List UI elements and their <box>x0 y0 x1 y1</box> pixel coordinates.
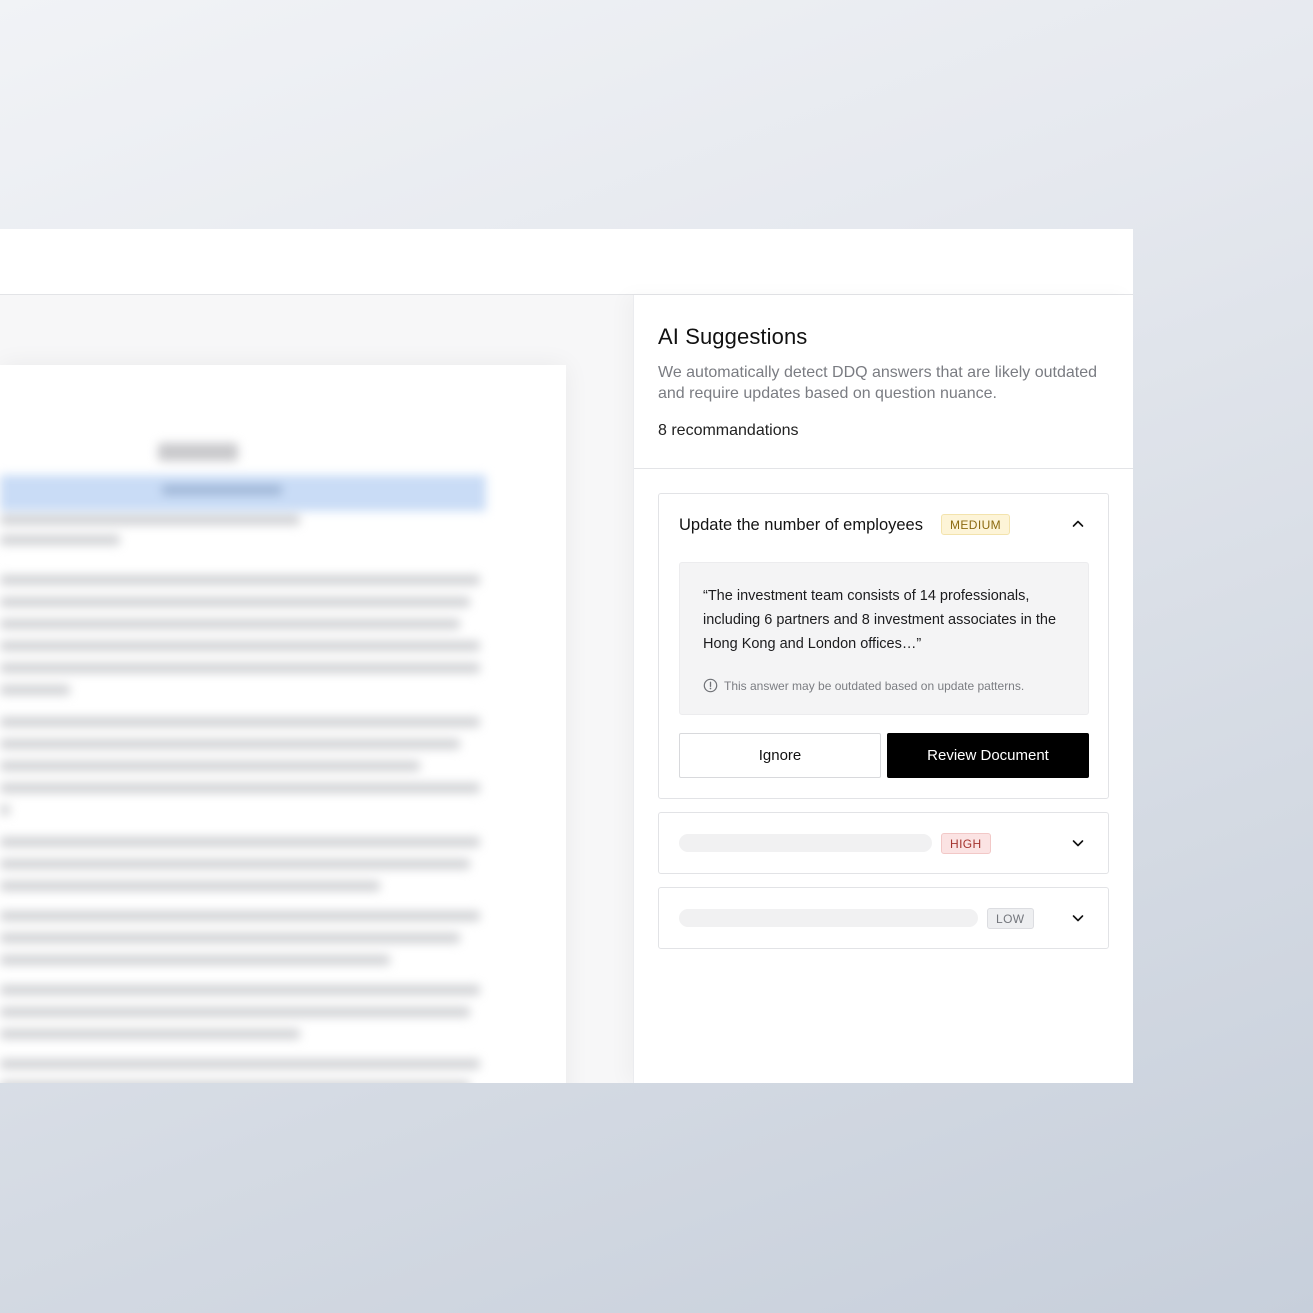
suggestion-card-collapsed[interactable]: HIGH <box>658 812 1109 874</box>
blurred-text-line <box>0 1059 480 1069</box>
title-placeholder <box>679 834 932 852</box>
chevron-down-icon[interactable] <box>1070 835 1086 851</box>
blurred-document-content <box>0 365 566 1083</box>
blurred-text-line <box>0 1007 470 1017</box>
suggestion-card: Update the number of employees MEDIUM “T… <box>658 493 1109 799</box>
severity-badge: HIGH <box>941 833 991 854</box>
blurred-text-line <box>0 837 480 847</box>
suggestion-title[interactable]: Update the number of employees <box>679 516 923 535</box>
blurred-text-line <box>0 641 480 651</box>
title-placeholder <box>679 909 978 927</box>
document-area <box>0 295 633 1083</box>
outdated-note-text: This answer may be outdated based on upd… <box>724 678 1025 693</box>
blurred-text-line <box>0 985 480 995</box>
quoted-answer-box: “The investment team consists of 14 prof… <box>679 562 1089 715</box>
blurred-text-line <box>0 739 460 749</box>
blurred-text-line <box>0 955 390 965</box>
severity-badge: LOW <box>987 908 1034 929</box>
blurred-highlighted-text <box>162 485 282 495</box>
review-document-button[interactable]: Review Document <box>887 733 1089 778</box>
blurred-text-line <box>0 575 480 585</box>
ai-suggestions-panel: AI Suggestions We automatically detect D… <box>633 295 1133 1083</box>
blurred-text-line <box>0 685 70 695</box>
ignore-button[interactable]: Ignore <box>679 733 881 778</box>
severity-badge: MEDIUM <box>941 514 1011 535</box>
top-bar <box>0 229 1133 295</box>
info-icon <box>703 678 718 693</box>
document-page <box>0 365 566 1083</box>
blurred-text-line <box>0 805 10 815</box>
blurred-text-line <box>0 597 470 607</box>
blurred-text-line <box>0 1029 300 1039</box>
suggestion-card-collapsed[interactable]: LOW <box>658 887 1109 949</box>
chevron-down-icon[interactable] <box>1070 910 1086 926</box>
blurred-text-line <box>0 911 480 921</box>
blurred-text-line <box>0 881 380 891</box>
blurred-text-line <box>0 717 480 727</box>
app-window: AI Suggestions We automatically detect D… <box>0 229 1133 1083</box>
blurred-text-line <box>0 515 300 525</box>
blurred-text-line <box>0 783 480 793</box>
blurred-text-line <box>0 933 460 943</box>
blurred-text-line <box>0 859 470 869</box>
panel-title: AI Suggestions <box>658 324 808 349</box>
blurred-text-line <box>0 1081 470 1083</box>
blurred-text-line <box>0 761 420 771</box>
recommendation-count: 8 recommandations <box>658 422 799 439</box>
panel-header: AI Suggestions We automatically detect D… <box>634 295 1133 469</box>
chevron-up-icon[interactable] <box>1070 516 1086 532</box>
blurred-text-line <box>0 535 120 545</box>
blurred-heading <box>158 443 238 461</box>
outdated-note: This answer may be outdated based on upd… <box>703 678 1024 693</box>
panel-description: We automatically detect DDQ answers that… <box>658 364 1098 402</box>
quoted-answer-text: “The investment team consists of 14 prof… <box>703 588 1057 652</box>
blurred-text-line <box>0 619 460 629</box>
blurred-text-line <box>0 663 480 673</box>
